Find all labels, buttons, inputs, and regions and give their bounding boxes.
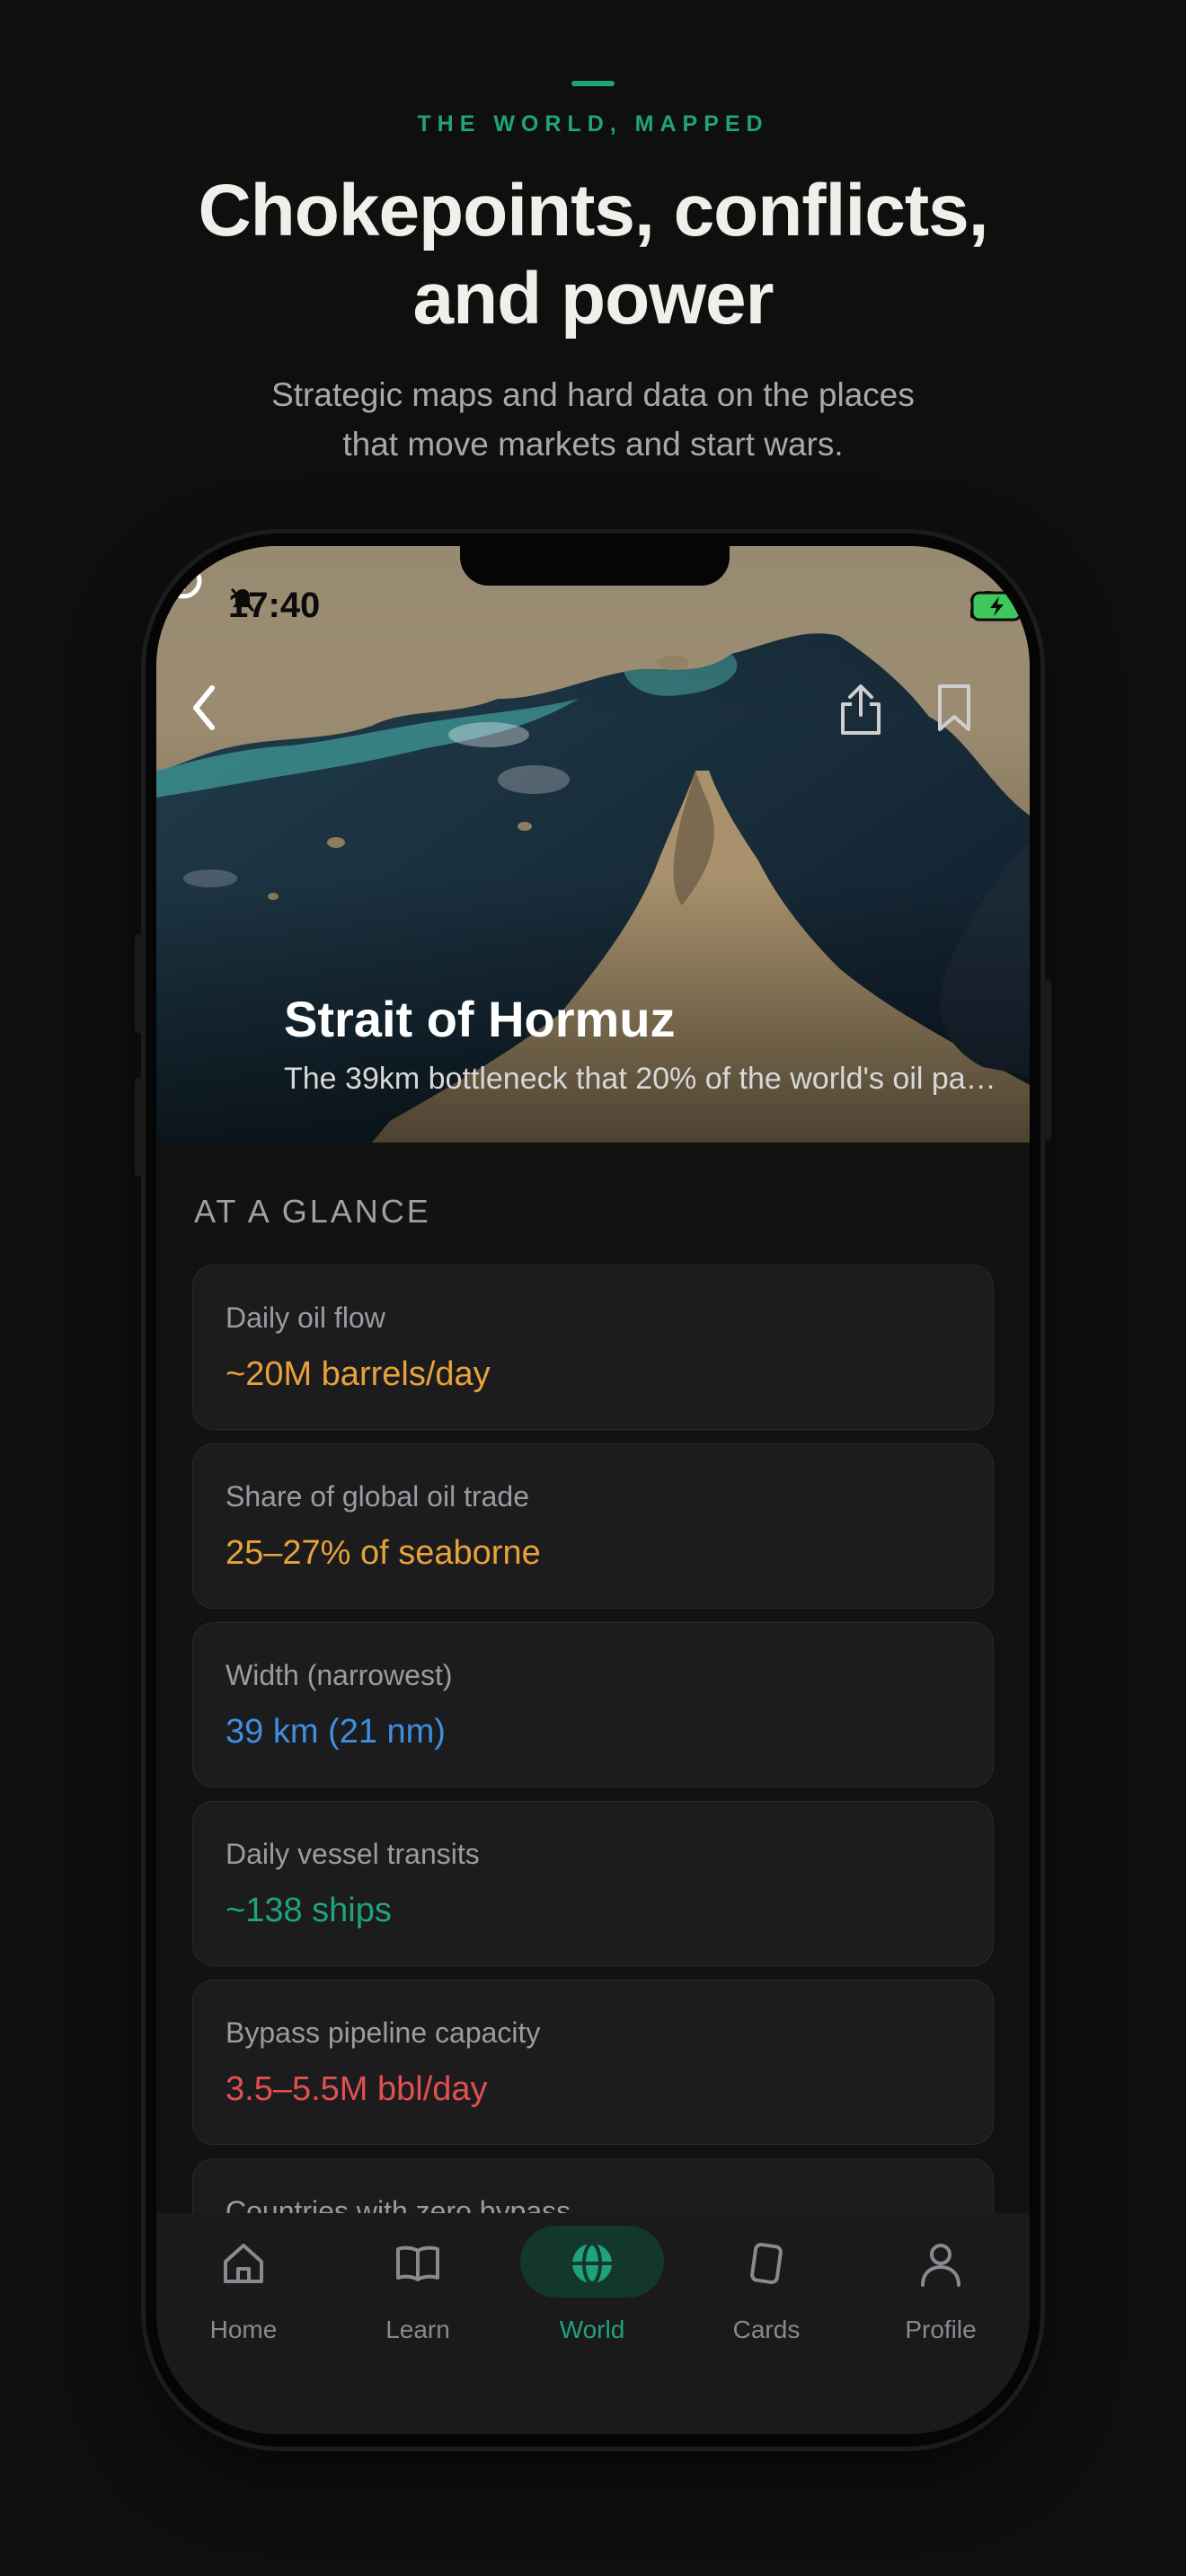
place-title: Strait of Hormuz: [284, 991, 676, 1047]
tab-label: Home: [209, 2316, 278, 2343]
at-a-glance-section[interactable]: AT A GLANCE Daily oil flow ~20M barrels/…: [156, 1142, 1030, 2324]
share-icon: [841, 684, 881, 735]
tab-bar: Home Learn World Cards Profile: [156, 2213, 1030, 2434]
section-label: AT A GLANCE: [194, 1193, 431, 1230]
stat-value: ~20M barrels/day: [226, 1355, 491, 1393]
bookmark-button[interactable]: [934, 683, 997, 745]
stat-card[interactable]: Bypass pipeline capacity 3.5–5.5M bbl/da…: [192, 1980, 994, 2145]
map-gradient-overlay: [156, 546, 1030, 1142]
tab-world[interactable]: World: [505, 2213, 679, 2375]
home-icon: [211, 2231, 276, 2296]
share-button[interactable]: [837, 683, 900, 745]
book-icon: [385, 2231, 450, 2296]
oil-drop-icon: [164, 549, 202, 599]
app-screen: 17:40 Strait of Hormuz The 39km bottlene…: [156, 546, 1030, 2434]
stat-label: Daily vessel transits: [226, 1838, 480, 1870]
headline-line-2: and power: [412, 258, 774, 340]
headline: Chokepoints, conflicts, and power: [144, 167, 1042, 343]
bookmark-icon: [938, 684, 970, 731]
tab-home[interactable]: Home: [156, 2213, 331, 2375]
stat-value: 39 km (21 nm): [226, 1713, 446, 1751]
satellite-map[interactable]: 17:40 Strait of Hormuz The 39km bottlene…: [156, 546, 1030, 1142]
stat-value: 3.5–5.5M bbl/day: [226, 2070, 488, 2108]
stat-label: Bypass pipeline capacity: [226, 2016, 541, 2049]
tab-label: Cards: [732, 2316, 801, 2343]
stat-card[interactable]: Daily vessel transits ~138 ships: [192, 1801, 994, 1966]
profile-icon: [908, 2231, 973, 2296]
phone-side-button: [135, 934, 144, 1033]
tab-label: Learn: [385, 2316, 450, 2343]
stat-card[interactable]: Width (narrowest) 39 km (21 nm): [192, 1622, 994, 1787]
cards-icon: [734, 2231, 799, 2296]
globe-icon: [560, 2231, 624, 2296]
subheadline-line-1: Strategic maps and hard data on the plac…: [271, 376, 915, 413]
headline-line-1: Chokepoints, conflicts,: [198, 170, 988, 251]
tab-profile[interactable]: Profile: [854, 2213, 1028, 2375]
battery-charging-icon: [970, 591, 1027, 622]
bell-slash-icon: [230, 587, 255, 613]
stat-label: Daily oil flow: [226, 1301, 385, 1334]
dynamic-island: [460, 546, 730, 586]
stat-value: ~138 ships: [226, 1892, 392, 1929]
phone-side-button: [135, 1078, 144, 1177]
tab-label: Profile: [905, 2316, 977, 2343]
back-button[interactable]: [187, 683, 250, 745]
stat-card[interactable]: Share of global oil trade 25–27% of seab…: [192, 1443, 994, 1609]
phone-power-button: [1042, 979, 1051, 1141]
stat-value: 25–27% of seaborne: [226, 1534, 541, 1572]
chevron-left-icon: [193, 685, 215, 730]
tab-cards[interactable]: Cards: [679, 2213, 854, 2375]
subheadline: Strategic maps and hard data on the plac…: [234, 370, 952, 469]
status-time: 17:40: [228, 586, 320, 626]
eyebrow: THE WORLD, MAPPED: [417, 111, 769, 137]
subheadline-line-2: that move markets and start wars.: [342, 426, 844, 463]
stat-label: Share of global oil trade: [226, 1480, 529, 1513]
tab-learn[interactable]: Learn: [331, 2213, 505, 2375]
stat-label: Width (narrowest): [226, 1659, 453, 1691]
tab-label: World: [559, 2316, 625, 2343]
accent-bar: [571, 81, 615, 86]
stat-card[interactable]: Daily oil flow ~20M barrels/day: [192, 1265, 994, 1430]
place-subtitle: The 39km bottleneck that 20% of the worl…: [284, 1062, 1003, 1096]
